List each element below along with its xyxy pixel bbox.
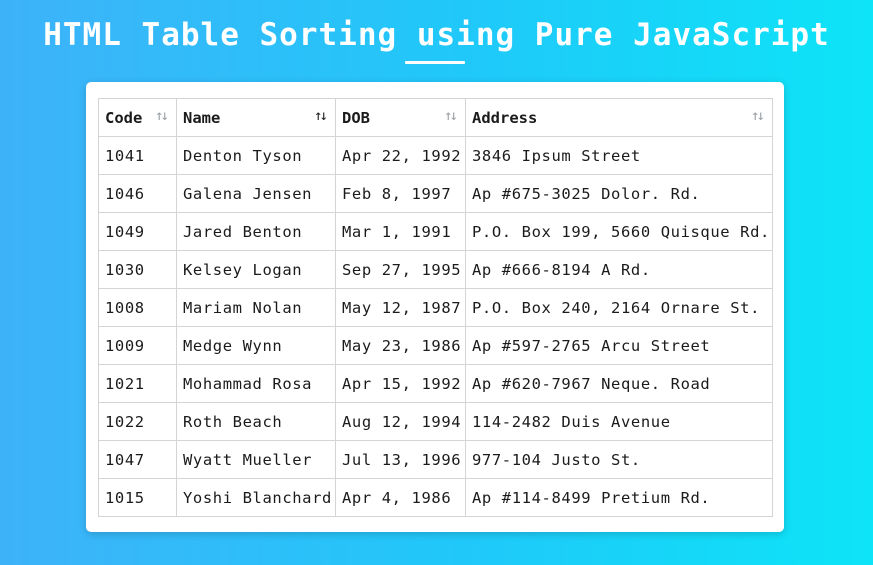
cell-dob: May 23, 1986 <box>335 326 466 365</box>
table-row: 1046 Galena Jensen Feb 8, 1997 Ap #675-3025… <box>98 174 773 213</box>
cell-dob: Mar 1, 1991 <box>335 212 466 251</box>
cell-address: Ap #666-8194 A Rd. <box>465 250 773 289</box>
column-header-name[interactable]: Name ↑↓ <box>176 98 336 137</box>
cell-code: 1046 <box>98 174 177 213</box>
cell-dob: Apr 15, 1992 <box>335 364 466 403</box>
column-header-label: DOB <box>342 108 370 127</box>
cell-name: Mariam Nolan <box>176 288 336 327</box>
sort-arrows-icon[interactable]: ↑↓ <box>444 108 458 124</box>
cell-address: 977-104 Justo St. <box>465 440 773 479</box>
column-header-label: Code <box>105 108 143 127</box>
cell-dob: May 12, 1987 <box>335 288 466 327</box>
cell-code: 1047 <box>98 440 177 479</box>
page-title: HTML Table Sorting using Pure JavaScript <box>43 17 830 53</box>
cell-name: Yoshi Blanchard <box>176 478 336 517</box>
cell-name: Wyatt Mueller <box>176 440 336 479</box>
cell-name: Mohammad Rosa <box>176 364 336 403</box>
cell-code: 1008 <box>98 288 177 327</box>
cell-code: 1015 <box>98 478 177 517</box>
cell-code: 1030 <box>98 250 177 289</box>
cell-name: Jared Benton <box>176 212 336 251</box>
title-underline <box>405 61 465 64</box>
table-row: 1008 Mariam Nolan May 12, 1987 P.O. Box 240… <box>98 288 773 327</box>
column-header-label: Name <box>183 108 221 127</box>
cell-dob: Apr 4, 1986 <box>335 478 466 517</box>
sort-arrows-icon[interactable]: ↑↓ <box>155 108 169 124</box>
sort-arrows-icon[interactable]: ↑↓ <box>314 108 328 124</box>
cell-code: 1041 <box>98 136 177 175</box>
cell-address: Ap #620-7967 Neque. Road <box>465 364 773 403</box>
cell-dob: Sep 27, 1995 <box>335 250 466 289</box>
cell-address: P.O. Box 240, 2164 Ornare St. <box>465 288 773 327</box>
table-row: 1021 Mohammad Rosa Apr 15, 1992 Ap #620-796… <box>98 364 773 403</box>
cell-dob: Apr 22, 1992 <box>335 136 466 175</box>
table-body: 1041 Denton Tyson Apr 22, 1992 3846 Ipsum S… <box>98 136 773 517</box>
table-header: Code ↑↓ Name ↑↓ DOB ↑↓ Address ↑↓ <box>98 98 773 137</box>
table-row: 1041 Denton Tyson Apr 22, 1992 3846 Ipsum S… <box>98 136 773 175</box>
table-row: 1015 Yoshi Blanchard Apr 4, 1986 Ap #114-84… <box>98 478 773 517</box>
cell-code: 1049 <box>98 212 177 251</box>
sort-arrows-icon[interactable]: ↑↓ <box>751 108 765 124</box>
cell-name: Kelsey Logan <box>176 250 336 289</box>
table-row: 1009 Medge Wynn May 23, 1986 Ap #597-2765 A… <box>98 326 773 365</box>
table-row: 1047 Wyatt Mueller Jul 13, 1996 977-104 Jus… <box>98 440 773 479</box>
column-header-label: Address <box>472 108 538 127</box>
cell-address: Ap #675-3025 Dolor. Rd. <box>465 174 773 213</box>
cell-name: Galena Jensen <box>176 174 336 213</box>
cell-code: 1021 <box>98 364 177 403</box>
cell-dob: Feb 8, 1997 <box>335 174 466 213</box>
column-header-address[interactable]: Address ↑↓ <box>465 98 773 137</box>
table-row: 1022 Roth Beach Aug 12, 1994 114-2482 Duis … <box>98 402 773 441</box>
cell-name: Roth Beach <box>176 402 336 441</box>
cell-code: 1009 <box>98 326 177 365</box>
cell-dob: Jul 13, 1996 <box>335 440 466 479</box>
cell-name: Denton Tyson <box>176 136 336 175</box>
cell-address: P.O. Box 199, 5660 Quisque Rd. <box>465 212 773 251</box>
cell-dob: Aug 12, 1994 <box>335 402 466 441</box>
cell-code: 1022 <box>98 402 177 441</box>
cell-address: Ap #597-2765 Arcu Street <box>465 326 773 365</box>
header-row: Code ↑↓ Name ↑↓ DOB ↑↓ Address ↑↓ <box>98 98 773 137</box>
cell-name: Medge Wynn <box>176 326 336 365</box>
table-row: 1049 Jared Benton Mar 1, 1991 P.O. Box 199,… <box>98 212 773 251</box>
data-table: Code ↑↓ Name ↑↓ DOB ↑↓ Address ↑↓ 1041 De… <box>98 98 773 517</box>
cell-address: 114-2482 Duis Avenue <box>465 402 773 441</box>
cell-address: 3846 Ipsum Street <box>465 136 773 175</box>
column-header-dob[interactable]: DOB ↑↓ <box>335 98 466 137</box>
table-card: Code ↑↓ Name ↑↓ DOB ↑↓ Address ↑↓ 1041 De… <box>86 82 784 532</box>
table-row: 1030 Kelsey Logan Sep 27, 1995 Ap #666-8194… <box>98 250 773 289</box>
column-header-code[interactable]: Code ↑↓ <box>98 98 177 137</box>
cell-address: Ap #114-8499 Pretium Rd. <box>465 478 773 517</box>
